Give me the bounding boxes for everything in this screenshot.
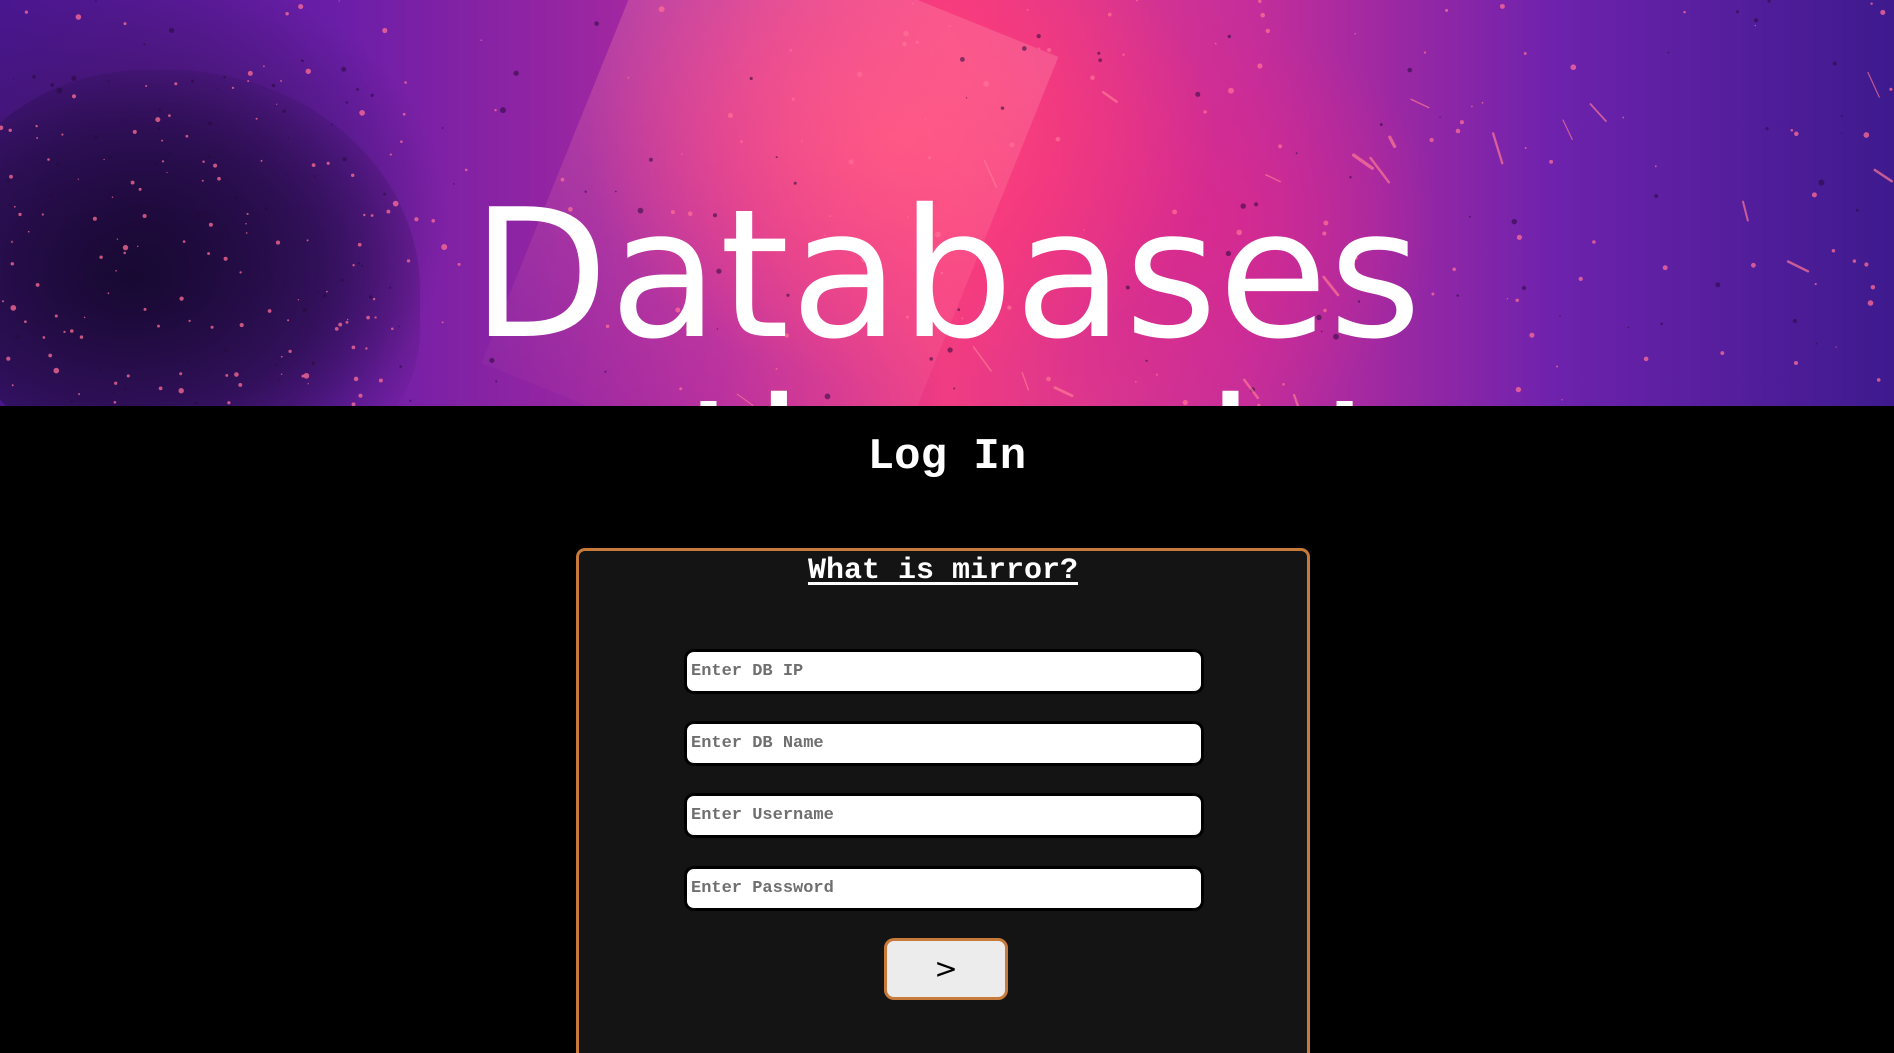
- page-title: Log In: [867, 432, 1027, 482]
- submit-button[interactable]: >: [884, 938, 1008, 1000]
- login-panel: What is mirror? >: [576, 548, 1310, 1053]
- hero-title: Databases rethought: [471, 171, 1423, 407]
- password-input[interactable]: [684, 866, 1204, 911]
- db-name-input[interactable]: [684, 721, 1204, 766]
- db-ip-input[interactable]: [684, 649, 1204, 694]
- hero-banner: Databases rethought: [0, 0, 1894, 406]
- username-input[interactable]: [684, 793, 1204, 838]
- info-link-row: What is mirror?: [579, 551, 1307, 597]
- what-is-mirror-link[interactable]: What is mirror?: [579, 551, 1307, 591]
